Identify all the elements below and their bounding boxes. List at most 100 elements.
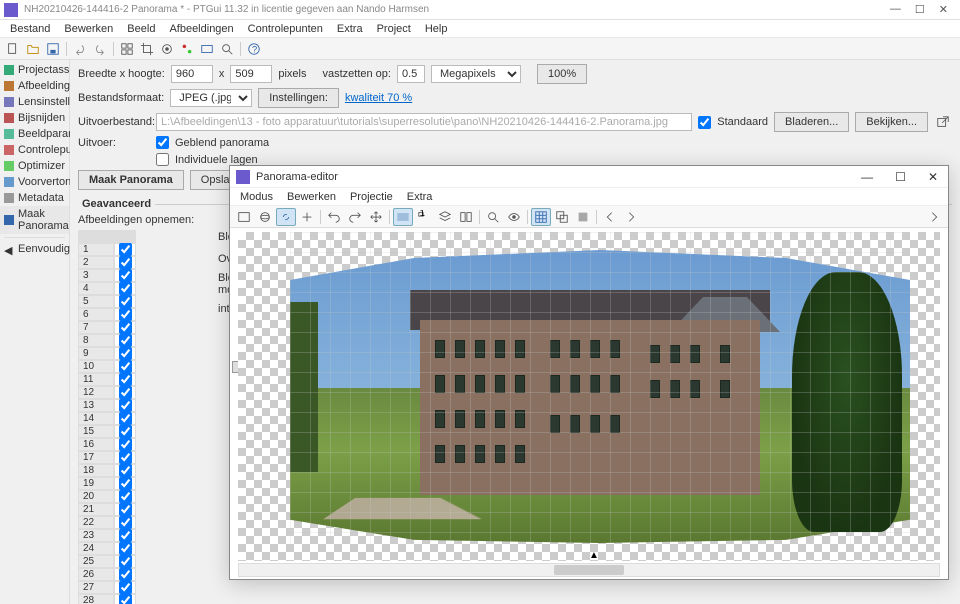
editor-sphere-icon[interactable] [255, 208, 275, 226]
editor-move-icon[interactable] [366, 208, 386, 226]
sidebar-item-5[interactable]: Controlepunten [0, 142, 69, 158]
image-include-checkbox[interactable] [119, 321, 132, 334]
editor-layers-icon[interactable] [435, 208, 455, 226]
editor-fit-icon[interactable] [393, 208, 413, 226]
editor-rotate-left-icon[interactable] [324, 208, 344, 226]
sidebar-simple[interactable]: ◀ Eenvoudig [0, 241, 69, 257]
undo-icon[interactable] [71, 40, 89, 58]
image-include-checkbox[interactable] [119, 243, 132, 256]
sidebar-item-2[interactable]: Lensinstellingen [0, 94, 69, 110]
width-input[interactable] [171, 65, 213, 83]
image-row[interactable]: 27 [78, 581, 952, 594]
image-include-checkbox[interactable] [119, 438, 132, 451]
editor-minimize-button[interactable]: — [857, 170, 877, 184]
mask-icon[interactable] [158, 40, 176, 58]
image-include-checkbox[interactable] [119, 477, 132, 490]
image-include-checkbox[interactable] [119, 451, 132, 464]
image-include-checkbox[interactable] [119, 412, 132, 425]
image-include-checkbox[interactable] [119, 399, 132, 412]
layers-checkbox[interactable] [156, 153, 169, 166]
save-icon[interactable] [44, 40, 62, 58]
editor-mask-icon[interactable] [573, 208, 593, 226]
sidebar-item-4[interactable]: Beeldparameters [0, 126, 69, 142]
image-include-checkbox[interactable] [119, 464, 132, 477]
browse-button[interactable]: Bladeren... [774, 112, 849, 132]
image-include-checkbox[interactable] [119, 581, 132, 594]
format-select[interactable]: JPEG (.jpg) [170, 89, 252, 107]
menu-controlepunten[interactable]: Controlepunten [242, 21, 329, 37]
editor-close-button[interactable]: ✕ [924, 170, 942, 184]
view-button[interactable]: Bekijken... [855, 112, 928, 132]
image-include-checkbox[interactable] [119, 373, 132, 386]
image-include-checkbox[interactable] [119, 516, 132, 529]
image-include-checkbox[interactable] [119, 490, 132, 503]
menu-help[interactable]: Help [419, 21, 454, 37]
blended-checkbox[interactable] [156, 136, 169, 149]
detail-icon[interactable] [218, 40, 236, 58]
panorama-editor-icon[interactable] [198, 40, 216, 58]
editor-menu-extra[interactable]: Extra [401, 190, 439, 204]
sidebar-item-3[interactable]: Bijsnijden [0, 110, 69, 126]
image-include-checkbox[interactable] [119, 256, 132, 269]
image-include-checkbox[interactable] [119, 334, 132, 347]
redo-icon[interactable] [91, 40, 109, 58]
sidebar-item-6[interactable]: Optimizer [0, 158, 69, 174]
editor-canvas[interactable] [238, 232, 940, 561]
image-row[interactable]: 28 [78, 594, 952, 604]
external-icon[interactable] [934, 113, 952, 131]
image-include-checkbox[interactable] [119, 568, 132, 581]
help-icon[interactable]: ? [245, 40, 263, 58]
make-panorama-button[interactable]: Maak Panorama [78, 170, 184, 190]
image-include-checkbox[interactable] [119, 308, 132, 321]
image-include-checkbox[interactable] [119, 360, 132, 373]
editor-next-icon[interactable] [621, 208, 641, 226]
image-include-checkbox[interactable] [119, 386, 132, 399]
editor-link-icon[interactable] [276, 208, 296, 226]
image-include-checkbox[interactable] [119, 503, 132, 516]
new-icon[interactable] [4, 40, 22, 58]
lock-input[interactable] [397, 65, 425, 83]
editor-numbered-icon[interactable]: 1 [414, 208, 434, 226]
image-include-checkbox[interactable] [119, 282, 132, 295]
open-icon[interactable] [24, 40, 42, 58]
pct-button[interactable]: 100% [537, 64, 587, 84]
quality-link[interactable]: kwaliteit 70 % [345, 92, 412, 104]
editor-view-icon[interactable] [234, 208, 254, 226]
controlpoints-icon[interactable] [178, 40, 196, 58]
editor-split-icon[interactable] [456, 208, 476, 226]
maximize-button[interactable]: ☐ [915, 3, 925, 16]
menu-bestand[interactable]: Bestand [4, 21, 56, 37]
editor-zoom-icon[interactable] [483, 208, 503, 226]
sidebar-item-8[interactable]: Metadata [0, 190, 69, 206]
editor-overlay-icon[interactable] [552, 208, 572, 226]
image-include-checkbox[interactable] [119, 347, 132, 360]
image-include-checkbox[interactable] [119, 555, 132, 568]
image-include-checkbox[interactable] [119, 594, 132, 604]
image-include-checkbox[interactable] [119, 295, 132, 308]
menu-bewerken[interactable]: Bewerken [58, 21, 119, 37]
sidebar-item-0[interactable]: Projectassistent [0, 62, 69, 78]
image-include-checkbox[interactable] [119, 269, 132, 282]
settings-button[interactable]: Instellingen: [258, 88, 339, 108]
editor-maximize-button[interactable]: ☐ [891, 170, 910, 184]
sidebar-item-9[interactable]: Maak Panorama [0, 206, 69, 234]
editor-menu-modus[interactable]: Modus [234, 190, 279, 204]
standard-checkbox[interactable] [698, 116, 711, 129]
image-include-checkbox[interactable] [119, 542, 132, 555]
editor-grid-icon[interactable] [531, 208, 551, 226]
sidebar-item-7[interactable]: Voorvertoning [0, 174, 69, 190]
editor-add-icon[interactable] [297, 208, 317, 226]
menu-beeld[interactable]: Beeld [121, 21, 161, 37]
outfile-input[interactable] [156, 113, 692, 131]
editor-menu-bewerken[interactable]: Bewerken [281, 190, 342, 204]
editor-menu-projectie[interactable]: Projectie [344, 190, 399, 204]
lock-unit-select[interactable]: Megapixels [431, 65, 521, 83]
minimize-button[interactable]: — [890, 3, 901, 16]
editor-menu-icon[interactable] [924, 208, 944, 226]
menu-afbeeldingen[interactable]: Afbeeldingen [163, 21, 239, 37]
menu-project[interactable]: Project [371, 21, 417, 37]
editor-hscroll[interactable] [238, 563, 940, 577]
editor-prev-icon[interactable] [600, 208, 620, 226]
image-include-checkbox[interactable] [119, 425, 132, 438]
sidebar-item-1[interactable]: Afbeeldingen [0, 78, 69, 94]
